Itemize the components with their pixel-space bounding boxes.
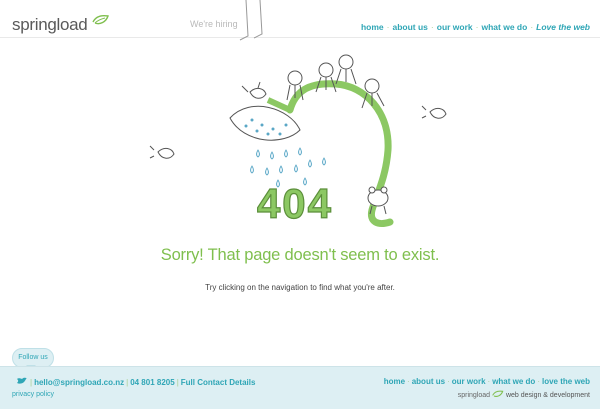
privacy-policy-link[interactable]: privacy policy bbox=[12, 391, 54, 398]
footer-nav-love-the-web[interactable]: love the web bbox=[542, 377, 590, 386]
footer-separator: | bbox=[30, 378, 33, 387]
404-illustration: 404 bbox=[149, 0, 447, 228]
footer-nav-what-we-do[interactable]: what we do bbox=[492, 377, 535, 386]
hanging-legs-icon bbox=[239, 0, 263, 41]
footer-brand: springload web design & development bbox=[458, 390, 590, 399]
footer-separator: · bbox=[537, 377, 540, 386]
footer-nav-home[interactable]: home bbox=[384, 377, 405, 386]
footer-contact-details-link[interactable]: Full Contact Details bbox=[181, 378, 256, 387]
site-logo[interactable]: springload bbox=[12, 15, 88, 35]
error-code-404: 404 bbox=[257, 180, 333, 227]
footer-nav-about-us[interactable]: about us bbox=[412, 377, 445, 386]
nav-separator: · bbox=[530, 22, 534, 32]
footer-separator: · bbox=[487, 377, 491, 386]
leaf-logo-icon bbox=[492, 390, 504, 397]
footer-contact: | hello@springload.co.nz | 04 801 8205 | Full… bbox=[16, 377, 255, 387]
footer-phone: 04 801 8205 bbox=[130, 378, 175, 387]
creature-icon bbox=[367, 186, 389, 215]
footer-nav: home · about us · our work · what we do · love t… bbox=[384, 377, 590, 386]
nav-what-we-do[interactable]: what we do bbox=[482, 22, 528, 32]
error-headline: Sorry! That page doesn't seem to exist. bbox=[160, 246, 440, 264]
footer-separator: | bbox=[126, 378, 129, 387]
footer-brand-name[interactable]: springload bbox=[458, 392, 490, 399]
cartoon-figures-icon bbox=[241, 54, 385, 109]
footer-separator: · bbox=[447, 377, 450, 386]
twitter-bird-icon[interactable] bbox=[16, 377, 28, 386]
leaf-logo-icon bbox=[92, 14, 109, 25]
nav-love-the-web[interactable]: Love the web bbox=[536, 22, 590, 32]
footer-separator: | bbox=[176, 378, 179, 387]
footer-separator: · bbox=[407, 377, 410, 386]
site-footer bbox=[0, 366, 600, 409]
footer-nav-our-work[interactable]: our work bbox=[452, 377, 486, 386]
error-hint: Try clicking on the navigation to find w… bbox=[205, 283, 395, 292]
footer-tagline: web design & development bbox=[505, 392, 590, 399]
nav-separator: · bbox=[475, 22, 479, 32]
footer-email-link[interactable]: hello@springload.co.nz bbox=[34, 378, 124, 387]
